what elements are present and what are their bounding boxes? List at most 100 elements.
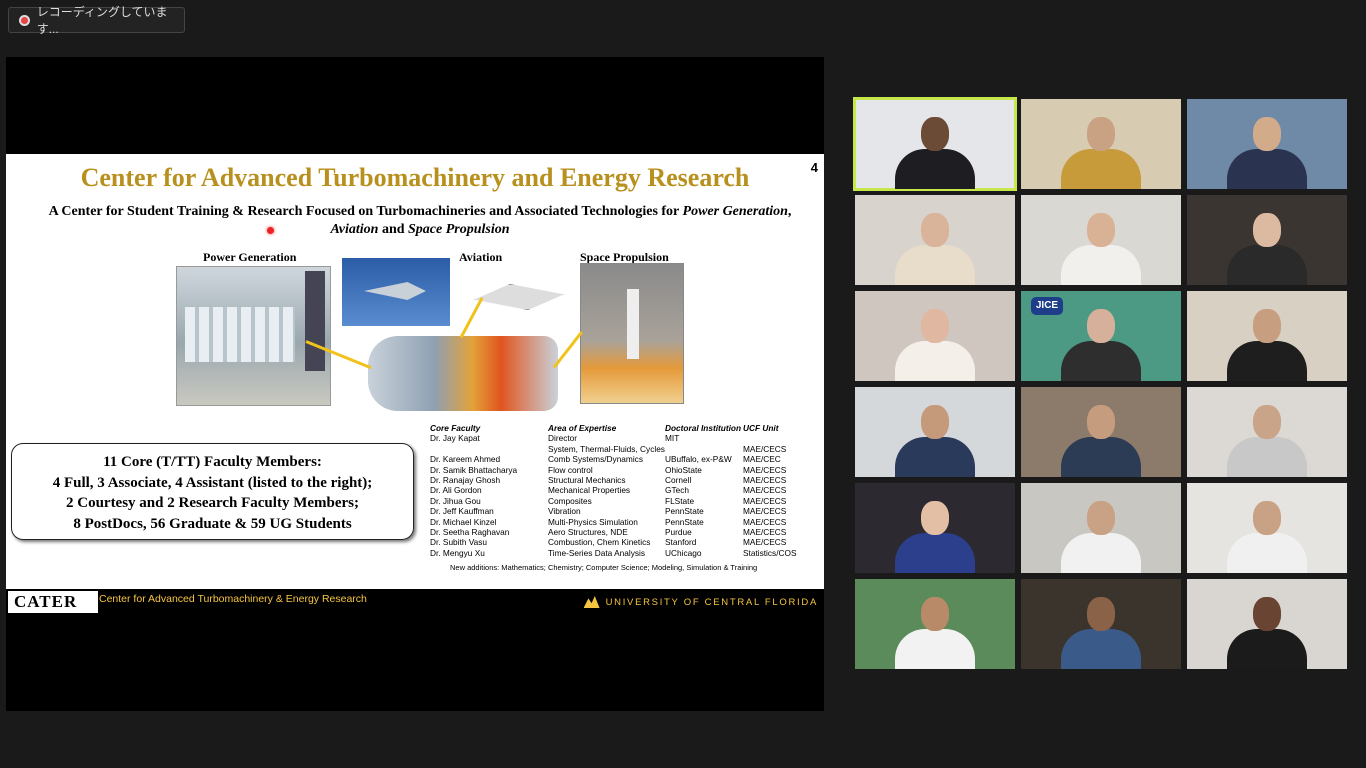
participant-video (895, 213, 975, 285)
subtitle-italic-space: Space Propulsion (408, 222, 510, 237)
video-tile-participant-16[interactable] (855, 579, 1015, 669)
faculty-table-cell: Combustion, Chem Kinetics (548, 537, 651, 548)
participant-video (1061, 405, 1141, 477)
faculty-table-cell: Dr. Jihua Gou (430, 495, 481, 506)
faculty-table-cell: OhioState (665, 464, 702, 475)
participant-video (1061, 597, 1141, 669)
video-tile-participant-7[interactable] (855, 291, 1015, 381)
video-tile-participant-12[interactable] (1187, 387, 1347, 477)
video-tile-participant-2[interactable] (1021, 99, 1181, 189)
slide-subtitle: A Center for Student Training & Research… (36, 203, 804, 239)
faculty-table-cell: Dr. Jay Kapat (430, 433, 480, 444)
faculty-table-cell (743, 433, 803, 443)
faculty-table-cell: PennState (665, 516, 704, 527)
faculty-table-cell: Dr. Ranajay Ghosh (430, 475, 501, 486)
participant-video (1227, 213, 1307, 285)
faculty-table-row: Dr. Ali Gordon Mechanical Properties GTech… (430, 485, 803, 495)
faculty-table-cell: GTech (665, 485, 689, 496)
video-tile-participant-1[interactable] (853, 97, 1017, 191)
faculty-table-cell: Multi-Physics Simulation (548, 516, 638, 527)
faculty-table-row: Dr. Jihua Gou Composites FLState MAE/CECS (430, 496, 803, 506)
faculty-table-cell: MAE/CECS (743, 516, 787, 527)
presentation-slide: 4 Center for Advanced Turbomachinery and… (6, 154, 824, 589)
video-tile-participant-17[interactable] (1021, 579, 1181, 669)
faculty-table-row: Dr. Jeff Kauffman Vibration PennState MAE/C… (430, 506, 803, 516)
recording-icon (19, 14, 30, 26)
subtitle-italic-power: Power Generation (682, 204, 788, 219)
footer-center-name: Center for Advanced Turbomachinery & Ene… (99, 593, 367, 605)
faculty-table-cell: MAE/CECS (743, 506, 787, 517)
faculty-table-cell: MAE/CECS (743, 464, 787, 475)
faculty-table-cell: MAE/CECS (743, 527, 787, 538)
video-tile-participant-14[interactable] (1021, 483, 1181, 573)
faculty-table-cell (665, 444, 743, 454)
pegasus-icon (583, 596, 600, 608)
jice-logo: JICE (1031, 297, 1063, 315)
header-unit: UCF Unit (743, 423, 779, 433)
faculty-table-row: Dr. Jay Kapat Director MIT (430, 433, 803, 443)
faculty-table-cell: Mechanical Properties (548, 485, 631, 496)
video-tile-participant-5[interactable] (1021, 195, 1181, 285)
participant-video (895, 405, 975, 477)
video-tile-participant-13[interactable] (855, 483, 1015, 573)
subtitle-text: A Center for Student Training & Research… (48, 204, 683, 219)
faculty-table-cell: Composites (548, 495, 592, 506)
participant-video (1061, 117, 1141, 189)
label-power-generation: Power Generation (203, 250, 297, 264)
slide-footer: CATER Center for Advanced Turbomachinery… (6, 589, 824, 615)
faculty-table-cell: MAE/CEC (743, 454, 781, 465)
video-tile-participant-11[interactable] (1021, 387, 1181, 477)
faculty-table-row: Dr. Mengyu Xu Time-Series Data Analysis UC… (430, 548, 803, 558)
faculty-table-cell: FLState (665, 495, 695, 506)
faculty-table-cell: MAE/CECS (743, 537, 787, 548)
faculty-table-cell: Dr. Samik Bhattacharya (430, 464, 518, 475)
video-tile-participant-18[interactable] (1187, 579, 1347, 669)
video-tile-participant-10[interactable] (855, 387, 1015, 477)
faculty-table-row: Dr. Ranajay Ghosh Structural Mechanics Cor… (430, 475, 803, 485)
faculty-table-cell: Dr. Ali Gordon (430, 485, 482, 496)
subtitle-and: and (378, 222, 409, 237)
faculty-table-cell: Statistics/COS (743, 547, 797, 558)
faculty-table-row: Dr. Seetha Raghavan Aero Structures, NDE P… (430, 527, 803, 537)
header-core-faculty: Core Faculty (430, 423, 481, 433)
faculty-table-cell: Dr. Subith Vasu (430, 537, 488, 548)
faculty-table-cell: Purdue (665, 527, 692, 538)
participant-video (1061, 213, 1141, 285)
faculty-table-cell: Comb Systems/Dynamics (548, 454, 643, 465)
video-tile-participant-6[interactable] (1187, 195, 1347, 285)
faculty-table-cell: MAE/CECS (743, 443, 787, 454)
faculty-table-cell: Dr. Michael Kinzel (430, 516, 497, 527)
faculty-table-cell: Dr. Seetha Raghavan (430, 527, 510, 538)
faculty-summary-line: 2 Courtesy and 2 Research Faculty Member… (65, 495, 359, 511)
faculty-table-cell: MAE/CECS (743, 485, 787, 496)
subtitle-italic-aviation: Aviation (330, 222, 379, 237)
faculty-table-cell: PennState (665, 506, 704, 517)
faculty-table: Core Faculty Area of Expertise Doctoral … (430, 423, 803, 558)
faculty-summary-line: 8 PostDocs, 56 Graduate & 59 UG Students (73, 515, 352, 532)
fighter-jet-image (342, 258, 450, 326)
faculty-table-row: Dr. Michael Kinzel Multi-Physics Simulati… (430, 517, 803, 527)
faculty-table-cell: UBuffalo, ex-P&W (665, 454, 732, 465)
faculty-table-cell: Vibration (548, 506, 581, 517)
participant-video (895, 309, 975, 381)
faculty-table-cell: Cornell (665, 475, 692, 486)
video-tile-participant-9[interactable] (1187, 291, 1347, 381)
video-tile-participant-3[interactable] (1187, 99, 1347, 189)
faculty-table-row: Dr. Subith Vasu Combustion, Chem Kinetics… (430, 537, 803, 547)
new-additions-note: New additions: Mathematics; Chemistry; C… (450, 563, 758, 572)
ucf-logo: UNIVERSITY OF CENTRAL FLORIDA (583, 596, 818, 608)
faculty-table-cell: System, Thermal-Fluids, Cycles (548, 443, 665, 454)
laser-pointer-icon (267, 227, 274, 234)
recording-indicator[interactable]: レコーディングしています... (8, 5, 185, 36)
rocket-launch-image (580, 263, 684, 404)
header-institution: Doctoral Institution (665, 423, 742, 433)
video-tile-participant-8[interactable]: JICE (1021, 291, 1181, 381)
slide-title: Center for Advanced Turbomachinery and E… (80, 163, 750, 192)
participant-video (1061, 501, 1141, 573)
participant-video (1227, 597, 1307, 669)
ucf-name: UNIVERSITY OF CENTRAL FLORIDA (605, 596, 818, 608)
video-tile-participant-15[interactable] (1187, 483, 1347, 573)
faculty-table-cell: Dr. Jeff Kauffman (430, 506, 494, 517)
participant-video (895, 501, 975, 573)
video-tile-participant-4[interactable] (855, 195, 1015, 285)
